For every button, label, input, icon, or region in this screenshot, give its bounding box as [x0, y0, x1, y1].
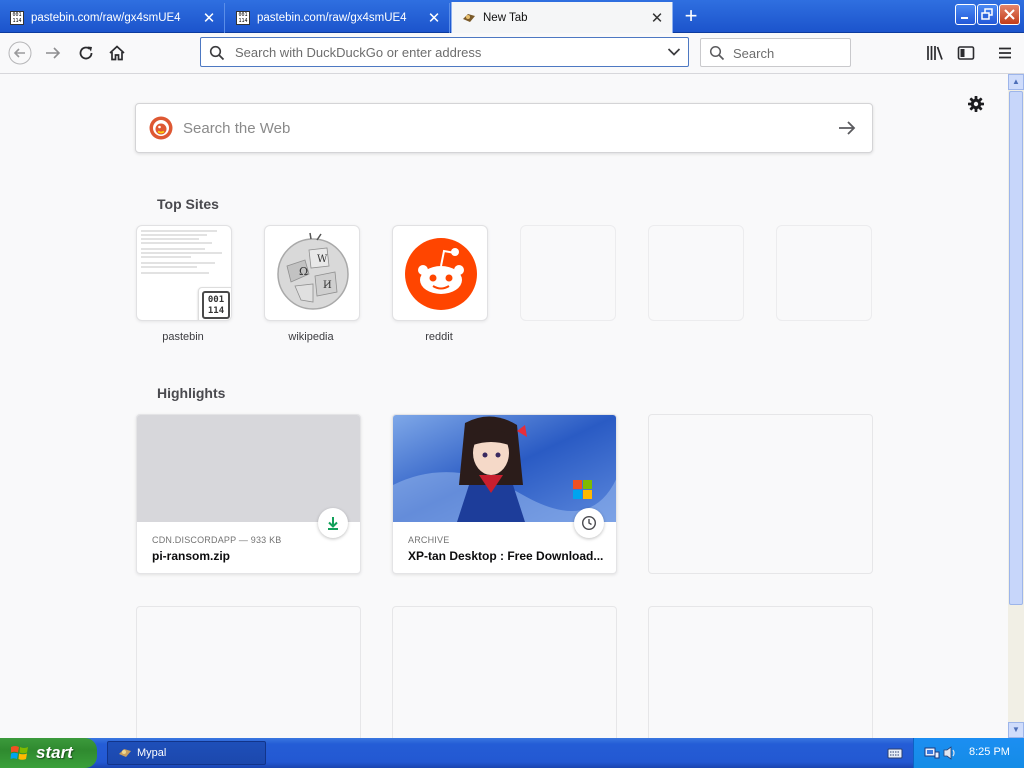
mypal-icon	[119, 749, 131, 757]
svg-text:И: И	[323, 280, 332, 291]
scrollbar-thumb[interactable]	[1009, 91, 1023, 605]
new-tab-button[interactable]: +	[678, 4, 704, 30]
web-search-input[interactable]	[181, 114, 781, 142]
vertical-scrollbar[interactable]: ▲ ▼	[1008, 74, 1024, 738]
svg-text:Ω: Ω	[299, 265, 308, 278]
reload-icon	[79, 46, 93, 60]
back-button[interactable]	[5, 39, 35, 67]
close-tab-icon[interactable]: ✕	[198, 9, 220, 27]
sidebar-button[interactable]	[951, 39, 981, 67]
taskbar-item-label: Mypal	[137, 747, 167, 759]
system-tray: 8:25 PM	[913, 738, 1024, 768]
home-button[interactable]	[102, 39, 132, 67]
tab-label: pastebin.com/raw/gx4smUE4	[31, 12, 181, 24]
back-arrow-icon	[8, 41, 32, 65]
keyboard-icon[interactable]	[887, 746, 903, 760]
highlight-placeholder	[392, 606, 617, 738]
forward-arrow-icon	[46, 47, 61, 59]
top-sites-heading: Top Sites	[157, 196, 219, 212]
address-bar[interactable]	[200, 37, 689, 67]
minimize-icon	[961, 17, 968, 19]
start-button[interactable]: start	[0, 738, 97, 768]
top-site-label: wikipedia	[288, 331, 334, 343]
highlight-card[interactable]: CDN.DISCORDAPP — 933 KB pi-ransom.zip	[136, 414, 361, 574]
taskbar-item-mypal[interactable]: Mypal	[107, 741, 266, 765]
pastebin-icon: 001 114	[236, 11, 250, 25]
gear-icon[interactable]	[966, 94, 986, 114]
arrow-right-icon[interactable]	[837, 119, 857, 137]
highlight-placeholder	[648, 414, 873, 574]
highlight-title: pi-ransom.zip	[152, 549, 231, 563]
menu-button[interactable]	[990, 39, 1020, 67]
reload-button[interactable]	[71, 39, 101, 67]
network-icon[interactable]	[924, 746, 940, 760]
taskbar: start Mypal 8:25 PM	[0, 738, 1024, 768]
highlight-meta: ARCHIVE	[408, 535, 450, 545]
speaker-icon[interactable]	[942, 745, 956, 761]
address-input[interactable]	[233, 38, 653, 66]
sidebar-icon	[957, 46, 975, 60]
minimize-button[interactable]	[955, 4, 976, 25]
highlight-title: XP-tan Desktop : Free Download...	[408, 549, 604, 563]
windows-logo-icon	[10, 746, 28, 760]
top-site-reddit[interactable]	[392, 225, 488, 321]
download-badge	[318, 508, 348, 538]
home-icon	[109, 45, 125, 61]
reddit-alien-icon	[405, 238, 477, 310]
library-button[interactable]	[920, 39, 950, 67]
top-site-empty[interactable]	[776, 225, 872, 321]
search-icon	[209, 45, 225, 61]
library-icon	[927, 46, 943, 60]
wikipedia-globe-icon: Ω W И	[277, 232, 349, 310]
top-site-label: reddit	[425, 331, 453, 343]
new-tab-page: Top Sites 001114 Ω W И	[0, 74, 1008, 738]
search-bar[interactable]	[700, 38, 851, 67]
top-site-wikipedia[interactable]: Ω W И	[264, 225, 360, 321]
highlight-thumbnail	[137, 415, 360, 522]
close-icon	[1004, 9, 1015, 20]
pastebin-icon: 001 114	[10, 11, 24, 25]
duckduckgo-icon	[149, 116, 173, 140]
top-site-empty[interactable]	[520, 225, 616, 321]
highlight-placeholder	[136, 606, 361, 738]
web-search-box[interactable]	[135, 103, 873, 153]
tab-label: pastebin.com/raw/gx4smUE4	[257, 12, 407, 24]
highlight-card[interactable]: ARCHIVE XP-tan Desktop : Free Download..…	[392, 414, 617, 574]
plus-icon: +	[684, 3, 698, 28]
mypal-icon	[463, 13, 475, 22]
highlights-heading: Highlights	[157, 385, 226, 401]
forward-button[interactable]	[38, 39, 68, 67]
tab-new-tab[interactable]: New Tab ✕	[451, 2, 673, 33]
close-tab-icon[interactable]: ✕	[646, 9, 668, 27]
tab-pastebin-2[interactable]: 001 114 pastebin.com/raw/gx4smUE4 ✕	[226, 3, 450, 33]
hamburger-menu-icon	[999, 47, 1011, 59]
xp-tan-wallpaper-image	[393, 415, 616, 522]
pastebin-icon: 001 114	[198, 287, 231, 320]
highlight-placeholder	[648, 606, 873, 738]
top-site-pastebin[interactable]: 001 114	[136, 225, 232, 321]
scroll-up-icon[interactable]: ▲	[1008, 74, 1024, 90]
download-icon	[328, 517, 338, 530]
top-site-empty[interactable]	[648, 225, 744, 321]
window-close-button[interactable]	[999, 4, 1020, 25]
svg-text:W: W	[317, 254, 328, 265]
navigation-toolbar	[0, 33, 1024, 74]
start-label: start	[36, 743, 73, 762]
scroll-down-icon[interactable]: ▼	[1008, 722, 1024, 738]
chevron-down-icon[interactable]	[667, 47, 681, 57]
tab-label: New Tab	[483, 11, 528, 24]
restore-icon	[981, 8, 993, 20]
search-icon	[709, 45, 725, 61]
restore-button[interactable]	[977, 4, 998, 25]
clock: 8:25 PM	[969, 746, 1010, 758]
highlight-meta: CDN.DISCORDAPP — 933 KB	[152, 535, 282, 545]
clock-icon	[581, 515, 597, 531]
tab-strip: 001 114 pastebin.com/raw/gx4smUE4 ✕ 001 11…	[0, 0, 1024, 33]
top-site-label: pastebin	[162, 331, 204, 343]
tab-pastebin-1[interactable]: 001 114 pastebin.com/raw/gx4smUE4 ✕	[0, 3, 225, 33]
close-tab-icon[interactable]: ✕	[423, 9, 445, 27]
search-input[interactable]	[731, 39, 841, 67]
history-badge	[574, 508, 604, 538]
